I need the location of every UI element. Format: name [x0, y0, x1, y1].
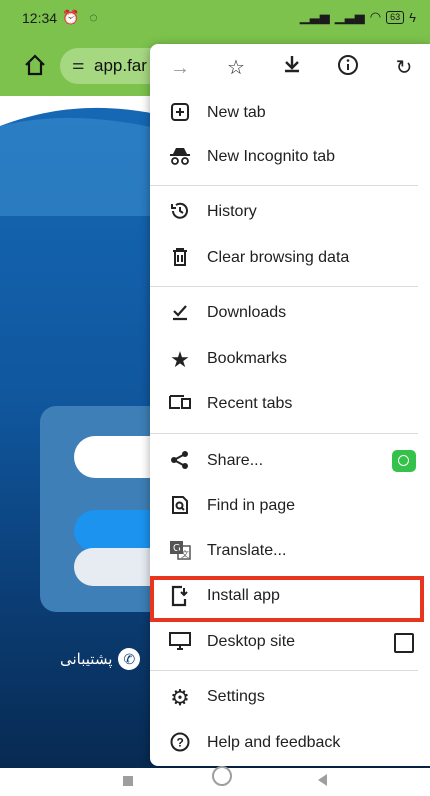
charging-icon: ϟ: [409, 9, 416, 25]
menu-item-new-tab[interactable]: New tab: [150, 92, 430, 136]
home-nav-icon[interactable]: [212, 766, 232, 786]
menu-item-label: Share...: [207, 452, 264, 469]
menu-item-translate[interactable]: G文 Translate...: [150, 530, 430, 574]
menu-item-label: Clear browsing data: [207, 249, 350, 266]
new-tab-icon: [168, 102, 192, 126]
menu-item-share[interactable]: Share...: [150, 440, 430, 484]
back-nav-icon[interactable]: [318, 774, 327, 786]
support-label: پشتیبانی: [60, 651, 113, 668]
history-icon: [168, 201, 192, 225]
site-settings-icon[interactable]: ⚌: [72, 56, 85, 73]
forward-icon[interactable]: →: [166, 54, 194, 82]
star-icon: ★: [170, 347, 190, 372]
svg-text:?: ?: [177, 736, 184, 750]
status-time: 12:34: [22, 10, 58, 26]
cell-signal-icon: ▁▃▅: [299, 9, 330, 24]
menu-item-label: New Incognito tab: [207, 148, 336, 165]
chrome-overflow-menu: → ☆ ↻ New tab New Incognito tab History …: [150, 44, 430, 766]
svg-text:G: G: [173, 543, 181, 554]
url-text: app.far: [94, 56, 147, 75]
signal-icons: ▁▃▅ ▁▃▅ ◠ 63 ϟ: [300, 9, 416, 25]
find-icon: [168, 495, 192, 519]
menu-item-settings[interactable]: ⚙ Settings: [150, 676, 430, 720]
share-icon: [168, 450, 192, 474]
incognito-icon: [168, 146, 192, 170]
menu-item-label: History: [207, 203, 257, 220]
menu-item-label: Desktop site: [207, 633, 296, 650]
menu-divider: [150, 185, 418, 186]
refresh-icon[interactable]: ↻: [390, 54, 418, 82]
info-icon[interactable]: [334, 54, 362, 82]
menu-item-label: Settings: [207, 688, 265, 705]
menu-item-bookmarks[interactable]: ★ Bookmarks: [150, 338, 430, 382]
phone-icon: ✆: [118, 648, 141, 670]
menu-divider: [150, 433, 418, 434]
menu-divider: [150, 286, 418, 287]
home-icon[interactable]: [22, 52, 48, 78]
gear-icon: ⚙: [170, 685, 190, 710]
menu-item-label: Downloads: [207, 304, 287, 321]
menu-divider: [150, 670, 418, 671]
desktop-site-checkbox[interactable]: [394, 633, 414, 653]
menu-item-label: Bookmarks: [207, 350, 288, 367]
battery-icon: 63: [386, 10, 405, 24]
trash-icon: [168, 247, 192, 271]
menu-item-history[interactable]: History: [150, 191, 430, 235]
menu-item-incognito[interactable]: New Incognito tab: [150, 136, 430, 180]
menu-item-desktop-site[interactable]: Desktop site: [150, 621, 430, 665]
system-nav-bar: [0, 766, 430, 796]
menu-item-recent-tabs[interactable]: Recent tabs: [150, 383, 430, 427]
menu-item-label: Translate...: [207, 542, 287, 559]
alarm-icon: ⏰ ◌: [62, 9, 101, 25]
bookmark-star-icon[interactable]: ☆: [222, 54, 250, 82]
menu-item-label: Install app: [207, 587, 280, 604]
support-link[interactable]: پشتیبانی ✆: [60, 648, 141, 670]
menu-item-downloads[interactable]: Downloads: [150, 292, 430, 336]
menu-item-label: Recent tabs: [207, 395, 293, 412]
menu-item-find-in-page[interactable]: Find in page: [150, 485, 430, 529]
menu-toolbar: → ☆ ↻: [150, 44, 430, 92]
menu-item-label: Help and feedback: [207, 734, 341, 751]
svg-text:文: 文: [181, 549, 189, 559]
install-app-icon: [168, 585, 192, 609]
whatsapp-share-icon[interactable]: [392, 450, 416, 472]
downloads-icon: [168, 302, 192, 326]
menu-item-label: New tab: [207, 104, 266, 121]
translate-icon: G文: [168, 540, 192, 564]
recent-tabs-icon: [168, 393, 192, 417]
menu-item-clear-data[interactable]: Clear browsing data: [150, 237, 430, 281]
status-bar: 12:34 ⏰ ◌ ▁▃▅ ▁▃▅ ◠ 63 ϟ: [0, 0, 430, 36]
help-icon: ?: [168, 732, 192, 756]
cell-signal-2-icon: ▁▃▅: [334, 9, 365, 24]
recents-nav-icon[interactable]: [123, 776, 133, 786]
download-icon[interactable]: [278, 54, 306, 82]
menu-item-help[interactable]: ? Help and feedback: [150, 722, 430, 766]
menu-item-install-app[interactable]: Install app: [150, 575, 430, 619]
wifi-icon: ◠: [369, 9, 382, 24]
menu-item-label: Find in page: [207, 497, 296, 514]
desktop-icon: [168, 631, 192, 655]
